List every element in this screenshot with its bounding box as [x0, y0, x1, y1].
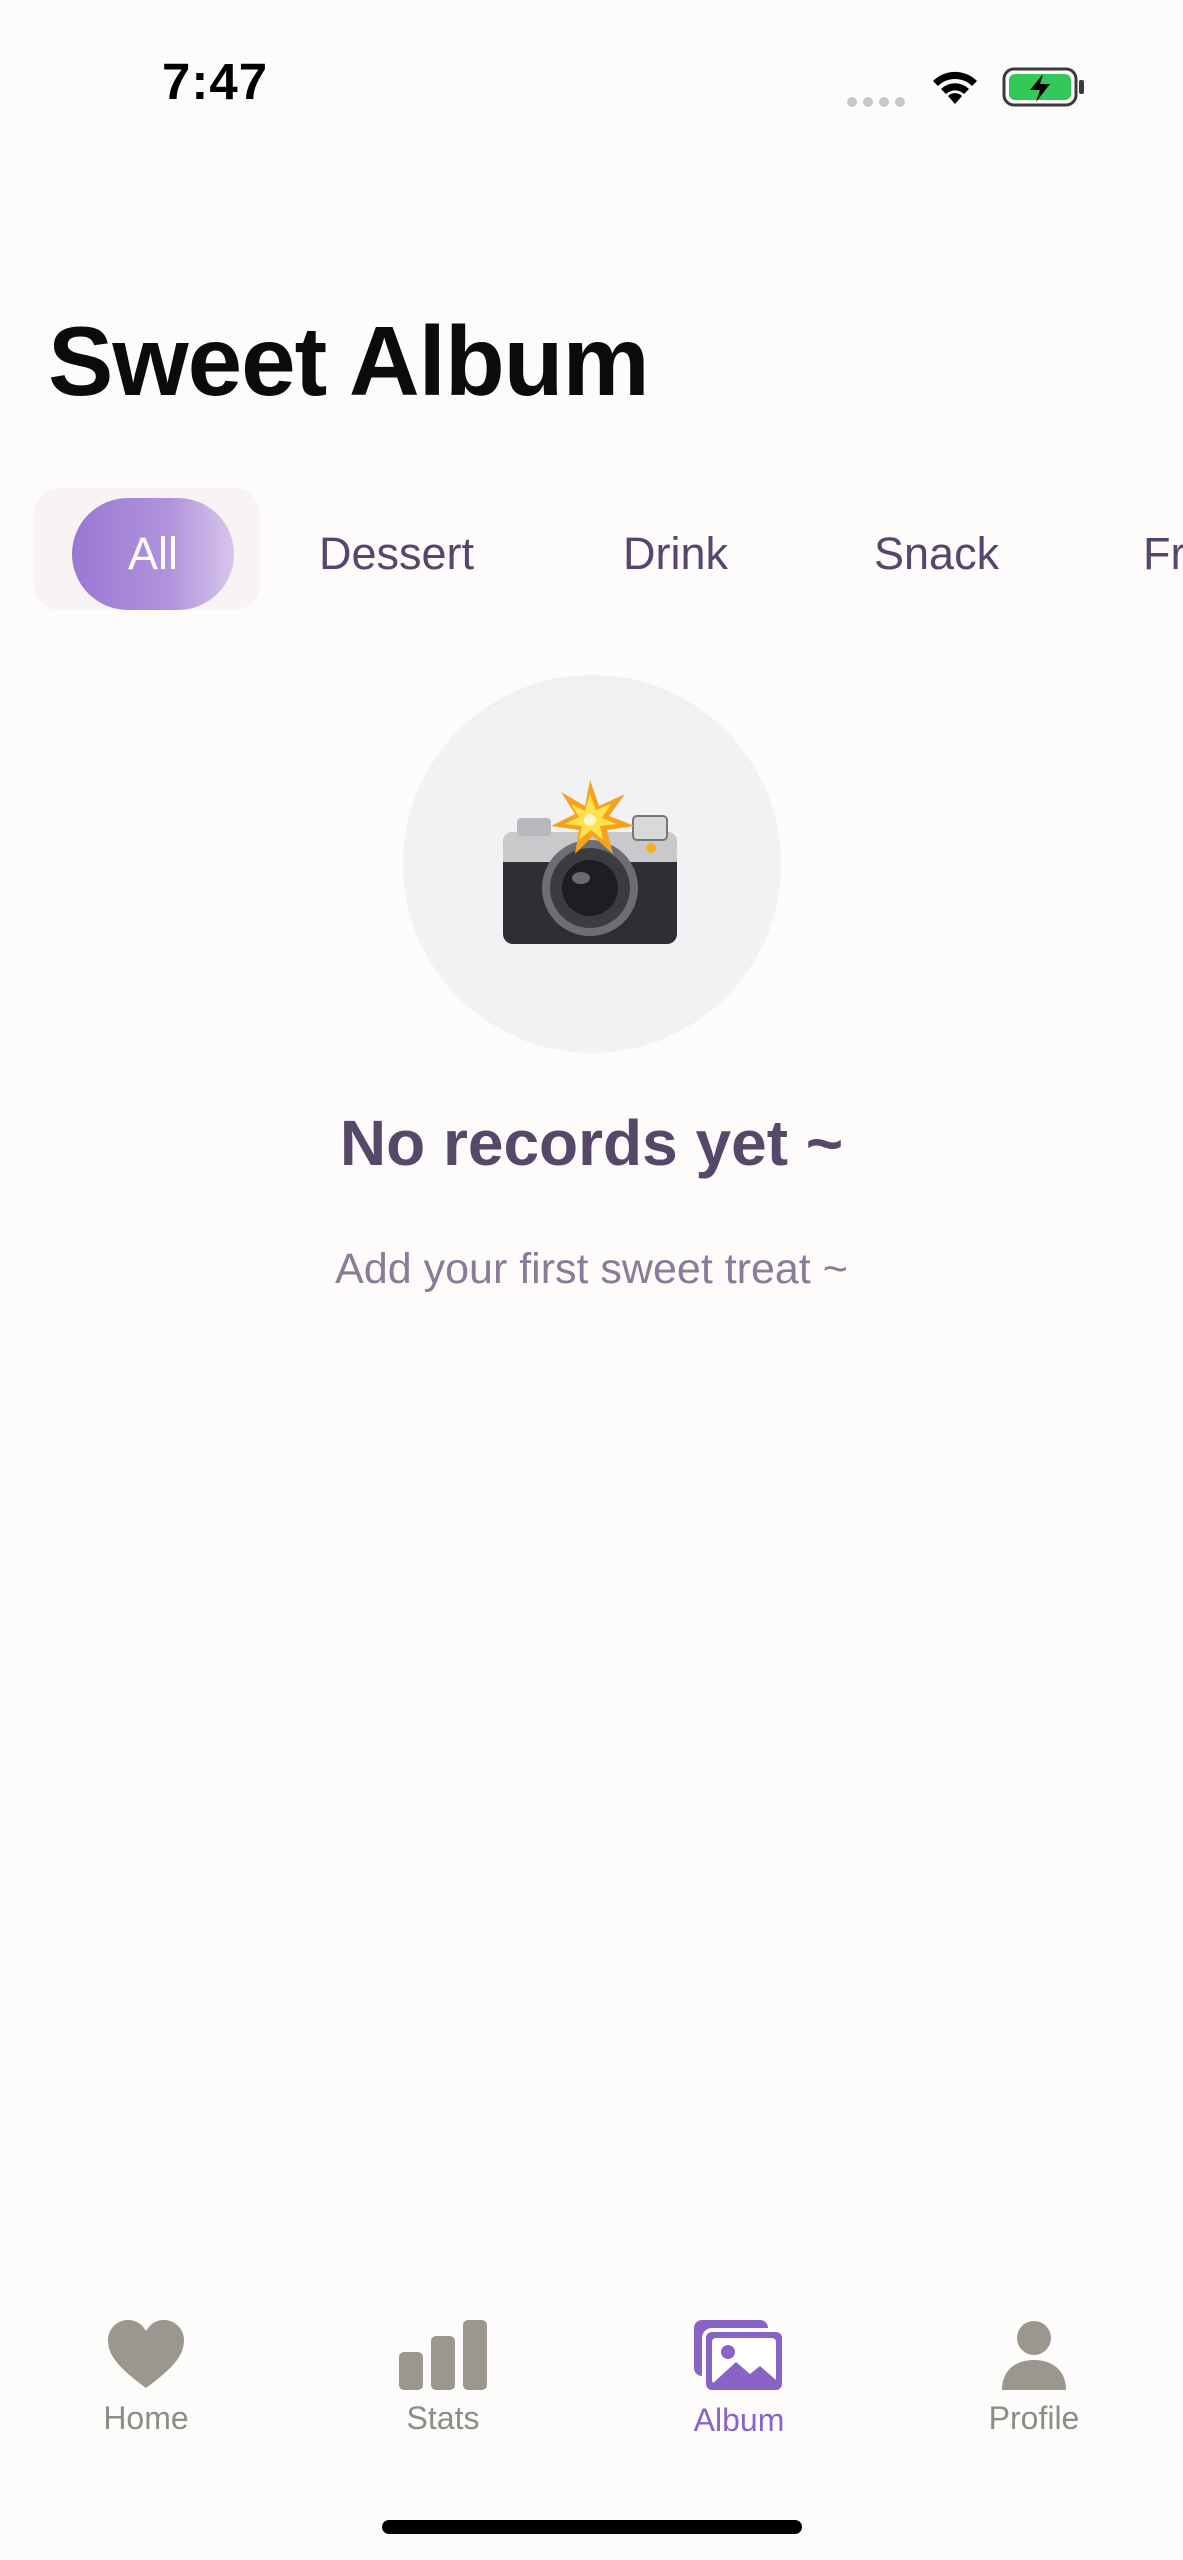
- tab-home-label: Home: [103, 2400, 189, 2436]
- tab-album[interactable]: Album: [639, 2320, 839, 2470]
- camera-with-flash-icon: [503, 780, 677, 944]
- category-chip-partial[interactable]: Fr: [1143, 498, 1183, 610]
- wifi-icon: [933, 71, 977, 104]
- empty-state-subtitle: Add your first sweet treat ~: [335, 1245, 848, 1293]
- category-chip-dessert[interactable]: Dessert: [319, 498, 474, 610]
- category-chip-all[interactable]: All: [72, 498, 234, 610]
- signal-dots-icon: [847, 97, 905, 107]
- tab-profile-label: Profile: [988, 2400, 1080, 2436]
- status-bar: 7:47: [0, 0, 1183, 150]
- home-indicator[interactable]: [382, 2520, 802, 2534]
- page-title: Sweet Album: [48, 306, 650, 416]
- empty-state-title: No records yet ~: [339, 1107, 844, 1179]
- photo-album-icon: [694, 2320, 784, 2392]
- category-chip-snack[interactable]: Snack: [874, 498, 999, 610]
- tab-stats[interactable]: Stats: [343, 2320, 543, 2470]
- tab-stats-label: Stats: [406, 2400, 480, 2436]
- tab-album-label: Album: [693, 2402, 785, 2438]
- bar-chart-icon: [399, 2320, 487, 2390]
- category-chip-drink[interactable]: Drink: [623, 498, 728, 610]
- battery-charging-icon: [1002, 67, 1084, 107]
- tab-home[interactable]: Home: [46, 2320, 246, 2470]
- category-filter-bar: All Dessert Drink Snack Fr: [0, 480, 1183, 630]
- status-time: 7:47: [162, 53, 269, 110]
- person-icon: [1002, 2321, 1066, 2390]
- heart-icon: [108, 2320, 184, 2388]
- tab-profile[interactable]: Profile: [934, 2320, 1134, 2470]
